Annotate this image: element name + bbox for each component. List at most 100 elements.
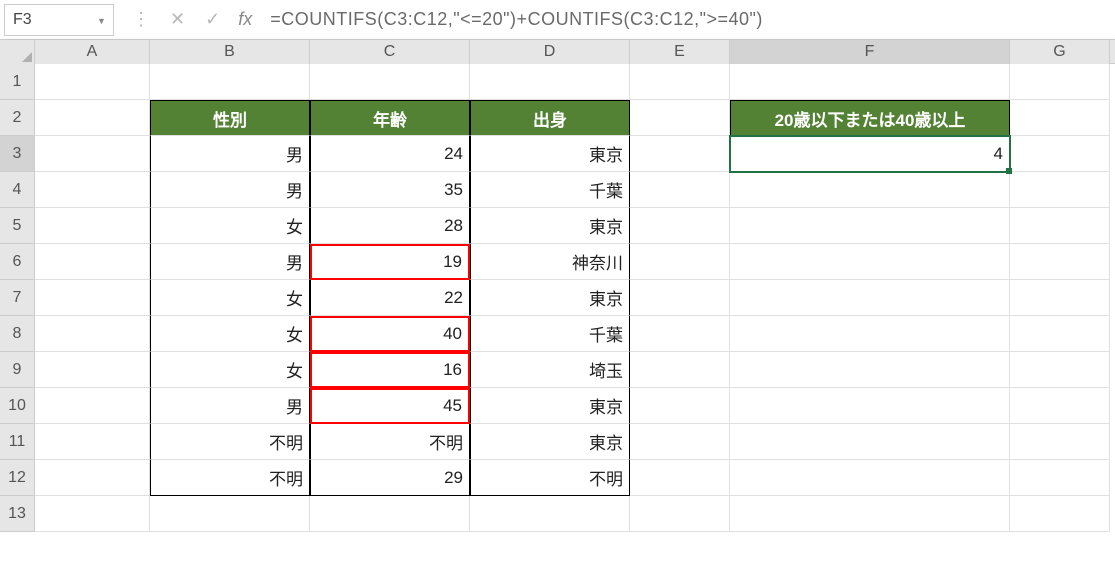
row-header-1[interactable]: 1 — [0, 64, 35, 100]
cell-C10[interactable]: 45 — [310, 388, 470, 424]
cell-A11[interactable] — [35, 424, 150, 460]
cell-B5[interactable]: 女 — [150, 208, 310, 244]
row-header-12[interactable]: 12 — [0, 460, 35, 496]
cell-D4[interactable]: 千葉 — [470, 172, 630, 208]
row-header-10[interactable]: 10 — [0, 388, 35, 424]
cell-C13[interactable] — [310, 496, 470, 532]
cell-A13[interactable] — [35, 496, 150, 532]
cell-F11[interactable] — [730, 424, 1010, 460]
cell-E9[interactable] — [630, 352, 730, 388]
cell-A12[interactable] — [35, 460, 150, 496]
cell-C7[interactable]: 22 — [310, 280, 470, 316]
dots-icon[interactable]: ⋮ — [132, 9, 150, 30]
cell-D6[interactable]: 神奈川 — [470, 244, 630, 280]
cell-B13[interactable] — [150, 496, 310, 532]
cell-C6[interactable]: 19 — [310, 244, 470, 280]
cell-A4[interactable] — [35, 172, 150, 208]
formula-input[interactable]: =COUNTIFS(C3:C12,"<=20")+COUNTIFS(C3:C12… — [266, 9, 1115, 30]
check-icon[interactable]: ✓ — [205, 9, 220, 30]
cell-G4[interactable] — [1010, 172, 1110, 208]
cell-A6[interactable] — [35, 244, 150, 280]
cell-E4[interactable] — [630, 172, 730, 208]
cell-D7[interactable]: 東京 — [470, 280, 630, 316]
cell-E3[interactable] — [630, 136, 730, 172]
col-header-D[interactable]: D — [470, 40, 630, 64]
cell-C2[interactable]: 年齢 — [310, 100, 470, 136]
cell-A7[interactable] — [35, 280, 150, 316]
cell-F3[interactable]: 4 — [730, 136, 1010, 172]
row-header-4[interactable]: 4 — [0, 172, 35, 208]
col-header-C[interactable]: C — [310, 40, 470, 64]
cell-D1[interactable] — [470, 64, 630, 100]
cell-B8[interactable]: 女 — [150, 316, 310, 352]
cell-B4[interactable]: 男 — [150, 172, 310, 208]
cell-G1[interactable] — [1010, 64, 1110, 100]
cell-F8[interactable] — [730, 316, 1010, 352]
cell-B9[interactable]: 女 — [150, 352, 310, 388]
row-header-5[interactable]: 5 — [0, 208, 35, 244]
row-header-7[interactable]: 7 — [0, 280, 35, 316]
cell-A10[interactable] — [35, 388, 150, 424]
cell-B10[interactable]: 男 — [150, 388, 310, 424]
cell-D2[interactable]: 出身 — [470, 100, 630, 136]
cell-C5[interactable]: 28 — [310, 208, 470, 244]
cell-G8[interactable] — [1010, 316, 1110, 352]
row-header-6[interactable]: 6 — [0, 244, 35, 280]
cell-A9[interactable] — [35, 352, 150, 388]
cell-G10[interactable] — [1010, 388, 1110, 424]
cell-C8[interactable]: 40 — [310, 316, 470, 352]
cell-G12[interactable] — [1010, 460, 1110, 496]
cell-B2[interactable]: 性別 — [150, 100, 310, 136]
cell-E12[interactable] — [630, 460, 730, 496]
cell-A8[interactable] — [35, 316, 150, 352]
cell-D11[interactable]: 東京 — [470, 424, 630, 460]
cell-E10[interactable] — [630, 388, 730, 424]
col-header-E[interactable]: E — [630, 40, 730, 64]
cell-D8[interactable]: 千葉 — [470, 316, 630, 352]
cell-D5[interactable]: 東京 — [470, 208, 630, 244]
cell-F6[interactable] — [730, 244, 1010, 280]
cell-D3[interactable]: 東京 — [470, 136, 630, 172]
cell-G7[interactable] — [1010, 280, 1110, 316]
cell-F10[interactable] — [730, 388, 1010, 424]
cell-G5[interactable] — [1010, 208, 1110, 244]
cell-E6[interactable] — [630, 244, 730, 280]
col-header-A[interactable]: A — [35, 40, 150, 64]
row-header-2[interactable]: 2 — [0, 100, 35, 136]
cell-C3[interactable]: 24 — [310, 136, 470, 172]
cancel-icon[interactable]: ✕ — [170, 9, 185, 30]
cell-F2[interactable]: 20歳以下または40歳以上 — [730, 100, 1010, 136]
cell-D13[interactable] — [470, 496, 630, 532]
cell-F4[interactable] — [730, 172, 1010, 208]
cell-C1[interactable] — [310, 64, 470, 100]
row-header-9[interactable]: 9 — [0, 352, 35, 388]
cell-E11[interactable] — [630, 424, 730, 460]
cell-E1[interactable] — [630, 64, 730, 100]
cell-F7[interactable] — [730, 280, 1010, 316]
cell-D10[interactable]: 東京 — [470, 388, 630, 424]
cell-E7[interactable] — [630, 280, 730, 316]
cell-C12[interactable]: 29 — [310, 460, 470, 496]
cell-B7[interactable]: 女 — [150, 280, 310, 316]
cell-A3[interactable] — [35, 136, 150, 172]
cell-G11[interactable] — [1010, 424, 1110, 460]
cell-B1[interactable] — [150, 64, 310, 100]
row-header-3[interactable]: 3 — [0, 136, 35, 172]
cell-B6[interactable]: 男 — [150, 244, 310, 280]
cell-D12[interactable]: 不明 — [470, 460, 630, 496]
row-header-11[interactable]: 11 — [0, 424, 35, 460]
select-all-corner[interactable] — [0, 40, 35, 64]
col-header-G[interactable]: G — [1010, 40, 1110, 64]
cell-E2[interactable] — [630, 100, 730, 136]
cell-C9[interactable]: 16 — [310, 352, 470, 388]
cell-F1[interactable] — [730, 64, 1010, 100]
cell-G13[interactable] — [1010, 496, 1110, 532]
cell-F13[interactable] — [730, 496, 1010, 532]
col-header-B[interactable]: B — [150, 40, 310, 64]
cell-E13[interactable] — [630, 496, 730, 532]
row-header-8[interactable]: 8 — [0, 316, 35, 352]
name-box[interactable]: F3 ▼ — [4, 4, 114, 36]
cell-E5[interactable] — [630, 208, 730, 244]
col-header-F[interactable]: F — [730, 40, 1010, 64]
cell-D9[interactable]: 埼玉 — [470, 352, 630, 388]
